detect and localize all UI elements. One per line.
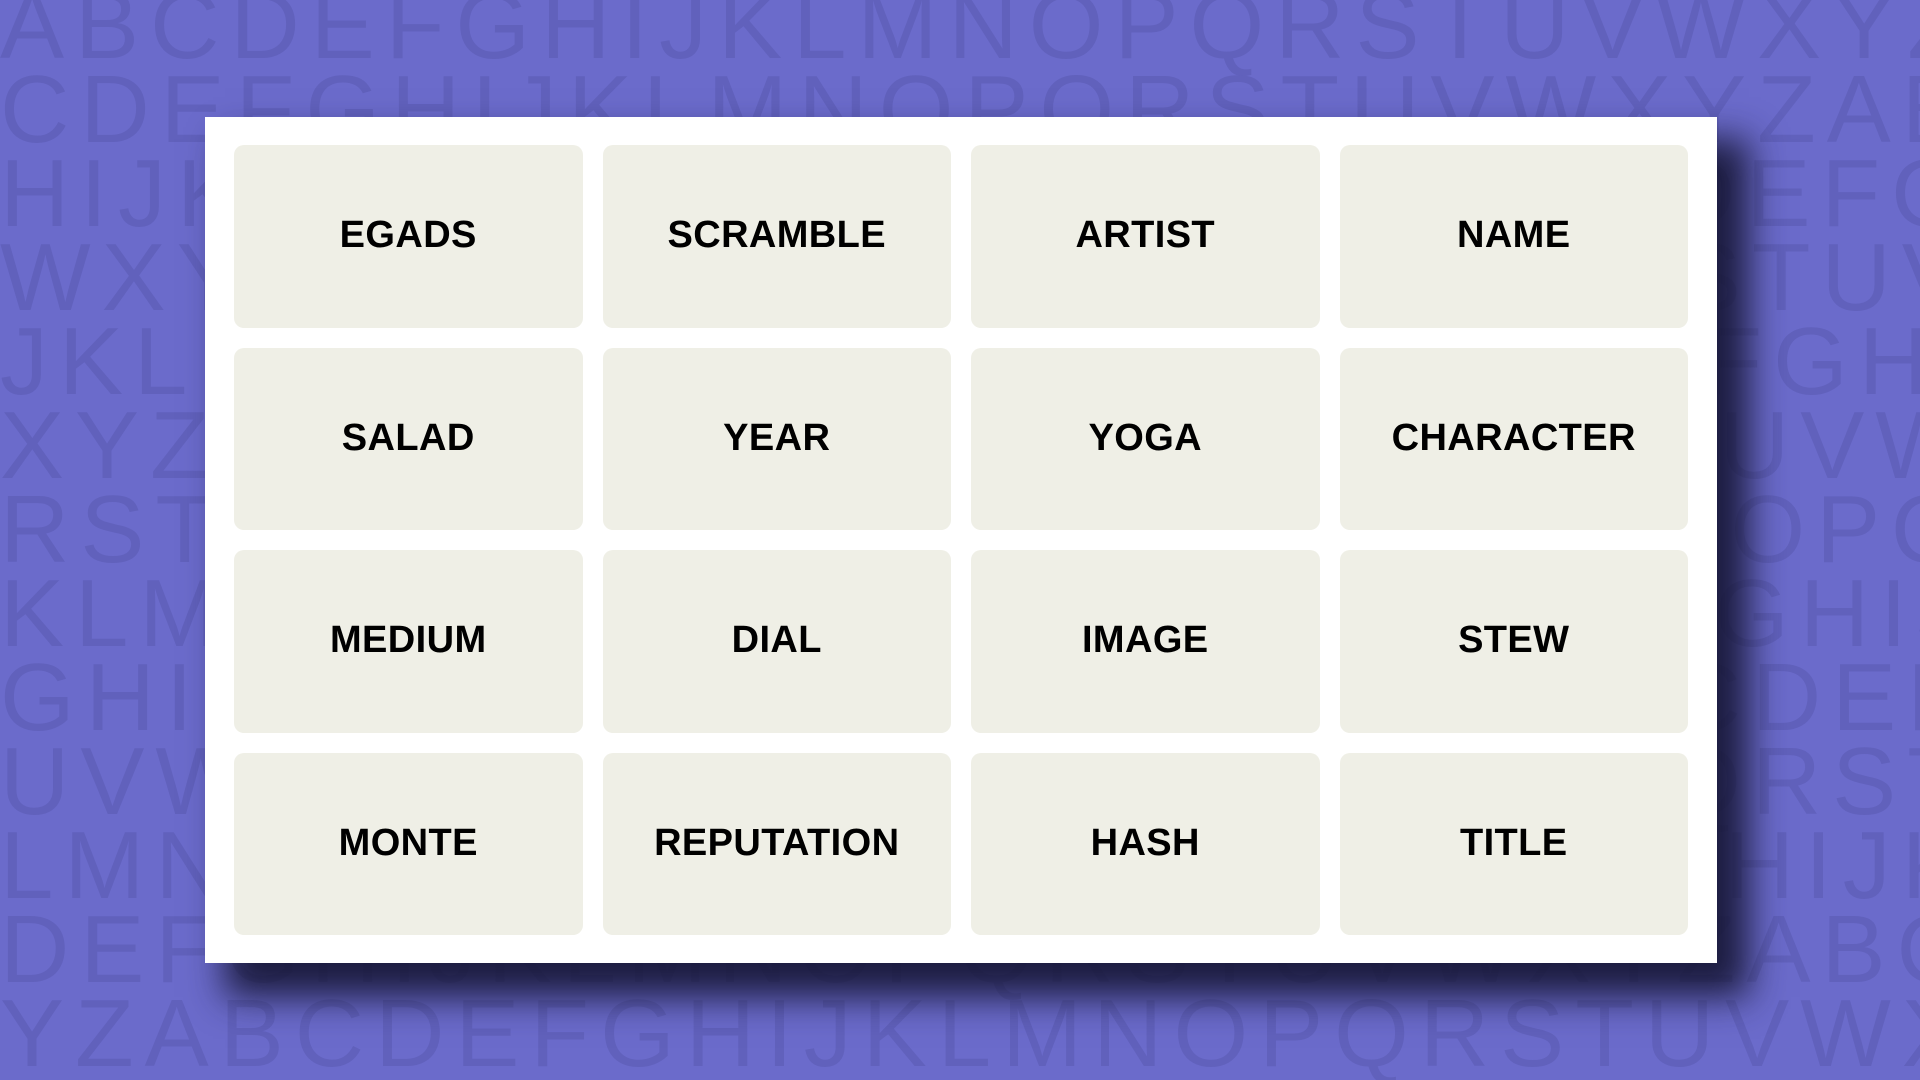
word-tile-label: STEW bbox=[1458, 619, 1570, 662]
word-tile[interactable]: EGADS bbox=[234, 145, 583, 328]
background-letter-row: ABCDEFGHIJKLMNOPQRSTUVWXYZABCDEFGH bbox=[0, 0, 1920, 79]
word-tile[interactable]: HASH bbox=[971, 752, 1320, 935]
word-tile-label: ARTIST bbox=[1075, 214, 1216, 257]
word-tile[interactable]: ARTIST bbox=[971, 145, 1320, 328]
word-tile[interactable]: STEW bbox=[1339, 550, 1688, 733]
word-tile-label: YOGA bbox=[1088, 416, 1202, 459]
background-letter-row: YZABCDEFGHIJKLMNOPQRSTUVWXYZABCDEF bbox=[0, 980, 1920, 1080]
word-tile[interactable]: CHARACTER bbox=[1339, 347, 1688, 530]
word-tile[interactable]: SALAD bbox=[234, 347, 583, 530]
word-tile-grid: EGADS SCRAMBLE ARTIST NAME SALAD YEAR YOGA CHAR… bbox=[234, 145, 1688, 935]
word-tile-label: MEDIUM bbox=[330, 619, 487, 662]
word-tile-label: CHARACTER bbox=[1391, 416, 1636, 459]
word-tile-label: IMAGE bbox=[1081, 619, 1209, 662]
word-tile[interactable]: NAME bbox=[1339, 145, 1688, 328]
word-tile-label: HASH bbox=[1090, 821, 1200, 864]
word-tile[interactable]: SCRAMBLE bbox=[602, 145, 951, 328]
word-tile-label: NAME bbox=[1457, 214, 1571, 257]
word-tile[interactable]: YOGA bbox=[971, 347, 1320, 530]
word-tile[interactable]: IMAGE bbox=[971, 550, 1320, 733]
word-tile-label: EGADS bbox=[339, 214, 477, 257]
word-tile-label: REPUTATION bbox=[654, 821, 900, 864]
puzzle-card: EGADS SCRAMBLE ARTIST NAME SALAD YEAR YOGA CHAR… bbox=[205, 117, 1717, 963]
word-tile[interactable]: REPUTATION bbox=[602, 752, 951, 935]
word-tile-label: TITLE bbox=[1459, 821, 1568, 864]
word-tile[interactable]: DIAL bbox=[602, 550, 951, 733]
word-tile-label: DIAL bbox=[731, 619, 822, 662]
word-tile[interactable]: YEAR bbox=[602, 347, 951, 530]
word-tile-label: YEAR bbox=[723, 416, 831, 459]
word-tile-label: SALAD bbox=[341, 416, 475, 459]
word-tile-label: SCRAMBLE bbox=[667, 214, 887, 257]
word-tile[interactable]: MONTE bbox=[234, 752, 583, 935]
word-tile-label: MONTE bbox=[338, 821, 478, 864]
word-tile[interactable]: MEDIUM bbox=[234, 550, 583, 733]
word-tile[interactable]: TITLE bbox=[1339, 752, 1688, 935]
